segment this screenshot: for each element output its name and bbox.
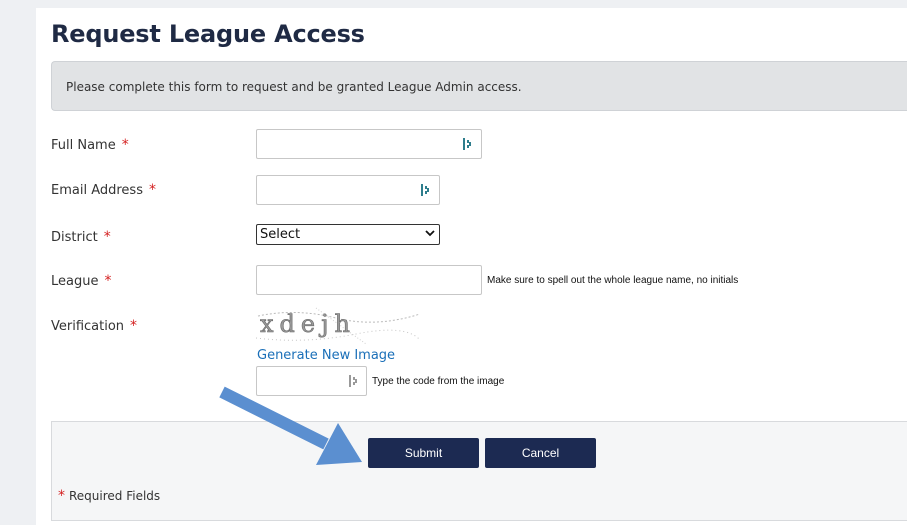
required-asterisk: *: [121, 137, 129, 153]
league-input[interactable]: [256, 265, 482, 295]
league-hint: Make sure to spell out the whole league …: [487, 275, 739, 286]
verification-label: Verification *: [51, 318, 137, 334]
captcha-image: xdejh: [255, 306, 421, 346]
email-input[interactable]: [256, 175, 440, 205]
cancel-button[interactable]: Cancel: [485, 438, 596, 468]
required-fields-text: Required Fields: [69, 489, 161, 503]
generate-new-image-link[interactable]: Generate New Image: [257, 348, 395, 363]
required-asterisk: *: [104, 273, 112, 289]
captcha-hint: Type the code from the image: [372, 376, 505, 387]
email-label-text: Email Address: [51, 183, 143, 198]
key-icon[interactable]: [463, 138, 472, 150]
league-label-text: League: [51, 274, 99, 289]
required-asterisk: *: [103, 229, 111, 245]
verification-label-text: Verification: [51, 319, 125, 334]
full-name-input[interactable]: [256, 129, 482, 159]
required-asterisk: *: [58, 488, 65, 504]
required-asterisk: *: [130, 318, 138, 334]
form-footer: [51, 421, 907, 521]
captcha-code-input[interactable]: [256, 366, 367, 396]
info-banner: Please complete this form to request and…: [51, 61, 907, 111]
chevron-down-icon: [425, 228, 435, 241]
key-icon[interactable]: [421, 184, 430, 196]
key-icon[interactable]: [349, 375, 358, 387]
league-label: League *: [51, 273, 111, 289]
full-name-label-text: Full Name: [51, 138, 116, 153]
submit-button[interactable]: Submit: [368, 438, 479, 468]
district-selected-value: Select: [260, 227, 301, 242]
email-label: Email Address *: [51, 182, 156, 198]
district-select[interactable]: Select: [256, 224, 440, 245]
district-label-text: District: [51, 230, 98, 245]
required-fields-note: * Required Fields: [58, 488, 160, 504]
required-asterisk: *: [148, 182, 156, 198]
full-name-label: Full Name *: [51, 137, 129, 153]
page-title: Request League Access: [51, 20, 365, 48]
district-label: District *: [51, 229, 111, 245]
captcha-text: xdejh: [260, 310, 356, 338]
